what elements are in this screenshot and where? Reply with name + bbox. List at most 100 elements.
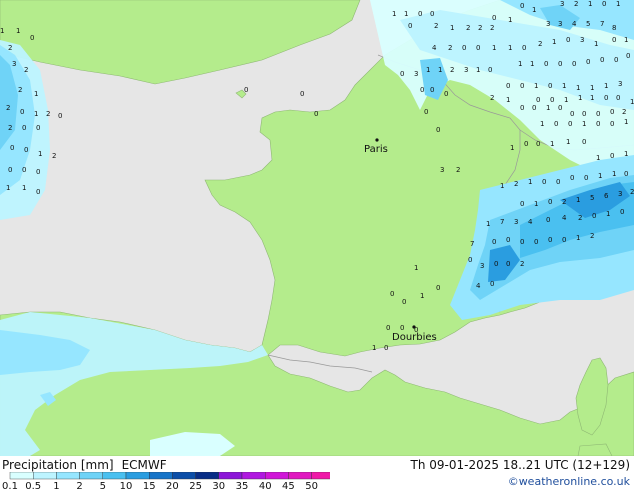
precip-value: 0 [610, 120, 614, 128]
precip-value: 4 [432, 44, 437, 52]
precip-value: 0 [468, 256, 472, 264]
precip-value: 1 [576, 196, 580, 204]
precip-value: 1 [624, 36, 628, 44]
valid-datetime: Th 09-01-2025 18..21 UTC (12+129) [410, 458, 630, 472]
precip-value: 0 [492, 14, 496, 22]
precip-value: 2 [18, 86, 22, 94]
precip-value: 0 [436, 284, 440, 292]
precip-value: 1 [576, 234, 580, 242]
precip-value: 7 [500, 218, 504, 226]
color-swatch [79, 472, 103, 480]
precip-value: 1 [534, 82, 538, 90]
precip-value: 0 [402, 298, 406, 306]
precip-value: 1 [588, 0, 592, 8]
precip-value: 1 [510, 144, 514, 152]
precip-value: 0 [614, 56, 618, 64]
color-swatch [288, 472, 312, 480]
precip-value: 1 [596, 154, 600, 162]
legend-title-row: Precipitation [mm] ECMWF [2, 458, 167, 472]
precip-value: 2 [8, 44, 12, 52]
precip-value: 0 [568, 120, 572, 128]
precip-value: 2 [630, 188, 634, 196]
precip-value: 0 [600, 56, 604, 64]
color-swatch [265, 472, 289, 480]
precip-value: 1 [450, 24, 454, 32]
precip-value: 0 [20, 108, 24, 116]
precip-value: 0 [390, 290, 394, 298]
precip-value: 2 [538, 40, 542, 48]
precip-value: 1 [546, 104, 550, 112]
scale-tick-label: 0.1 [2, 481, 18, 490]
precip-value: 1 [500, 182, 504, 190]
precip-value: 0 [548, 236, 552, 244]
color-scale-swatches [9, 472, 330, 480]
precip-value: 0 [586, 58, 590, 66]
precip-value: 1 [392, 10, 396, 18]
precip-value: 1 [16, 27, 20, 35]
color-swatch [56, 472, 80, 480]
scale-tick-label: 5 [100, 481, 106, 490]
precip-value: 1 [492, 44, 496, 52]
scale-tick-label: 2 [76, 481, 82, 490]
precip-value: 0 [582, 110, 586, 118]
scale-tick-label: 15 [143, 481, 156, 490]
precip-value: 0 [536, 96, 540, 104]
legend-model: ECMWF [121, 458, 167, 472]
precip-value: 1 [590, 84, 594, 92]
precip-value: 1 [38, 150, 42, 158]
precip-value: 0 [596, 110, 600, 118]
precip-value: 0 [520, 200, 524, 208]
credit-link[interactable]: ©weatheronline.co.uk [508, 475, 630, 488]
precip-value: 0 [570, 110, 574, 118]
precip-value: 0 [554, 120, 558, 128]
precip-value: 2 [574, 0, 578, 8]
precip-value: 2 [6, 104, 10, 112]
precip-value: 0 [610, 152, 614, 160]
scale-tick-label: 25 [189, 481, 202, 490]
precip-value: 2 [490, 94, 494, 102]
precip-value: 1 [540, 120, 544, 128]
precip-value: 0 [624, 170, 628, 178]
precip-value: 0 [506, 260, 510, 268]
color-scale: 0.1 0.5 1 2 5 10 15 20 25 30 35 40 45 50 [2, 472, 330, 490]
precip-value: 0 [444, 90, 448, 98]
precip-value: 0 [8, 166, 12, 174]
precip-value: 0 [10, 144, 14, 152]
precip-value: 2 [448, 44, 452, 52]
precip-value: 1 [476, 66, 480, 74]
scale-tick-label: 50 [305, 481, 318, 490]
precip-value: 0 [24, 146, 28, 154]
precip-value: 1 [564, 96, 568, 104]
precip-value: 8 [612, 24, 616, 32]
color-swatch [195, 472, 220, 480]
precip-value: 3 [618, 190, 622, 198]
precip-value: 2 [52, 152, 56, 160]
precip-value: 0 [558, 60, 562, 68]
precip-value: 0 [494, 260, 498, 268]
precip-value: 0 [572, 60, 576, 68]
precip-value: 3 [558, 20, 562, 28]
precip-value: 0 [386, 324, 390, 332]
precip-value: 0 [570, 174, 574, 182]
city-marker [375, 138, 379, 142]
precip-value: 3 [12, 60, 16, 68]
precip-value: 6 [604, 192, 609, 200]
precip-value: 0 [488, 66, 492, 74]
precip-value: 2 [46, 110, 50, 118]
precip-value: 0 [462, 44, 466, 52]
precip-value: 0 [430, 86, 434, 94]
precip-value: 1 [566, 138, 570, 146]
precip-value: 0 [506, 236, 510, 244]
color-swatch [9, 472, 34, 480]
precip-value: 1 [578, 94, 582, 102]
legend: Precipitation [mm] ECMWF Th 09-01-2025 18… [0, 456, 634, 490]
precip-value: 1 [6, 184, 10, 192]
precip-value: 0 [36, 188, 40, 196]
precip-value: 3 [464, 66, 468, 74]
precip-value: 1 [404, 10, 408, 18]
precip-value: 0 [400, 70, 404, 78]
precip-value: 0 [22, 124, 26, 132]
precipitation-map[interactable]: 1100110232212020120000120001100000232101… [0, 0, 634, 456]
precip-value: 2 [520, 260, 524, 268]
precip-value: 1 [582, 120, 586, 128]
